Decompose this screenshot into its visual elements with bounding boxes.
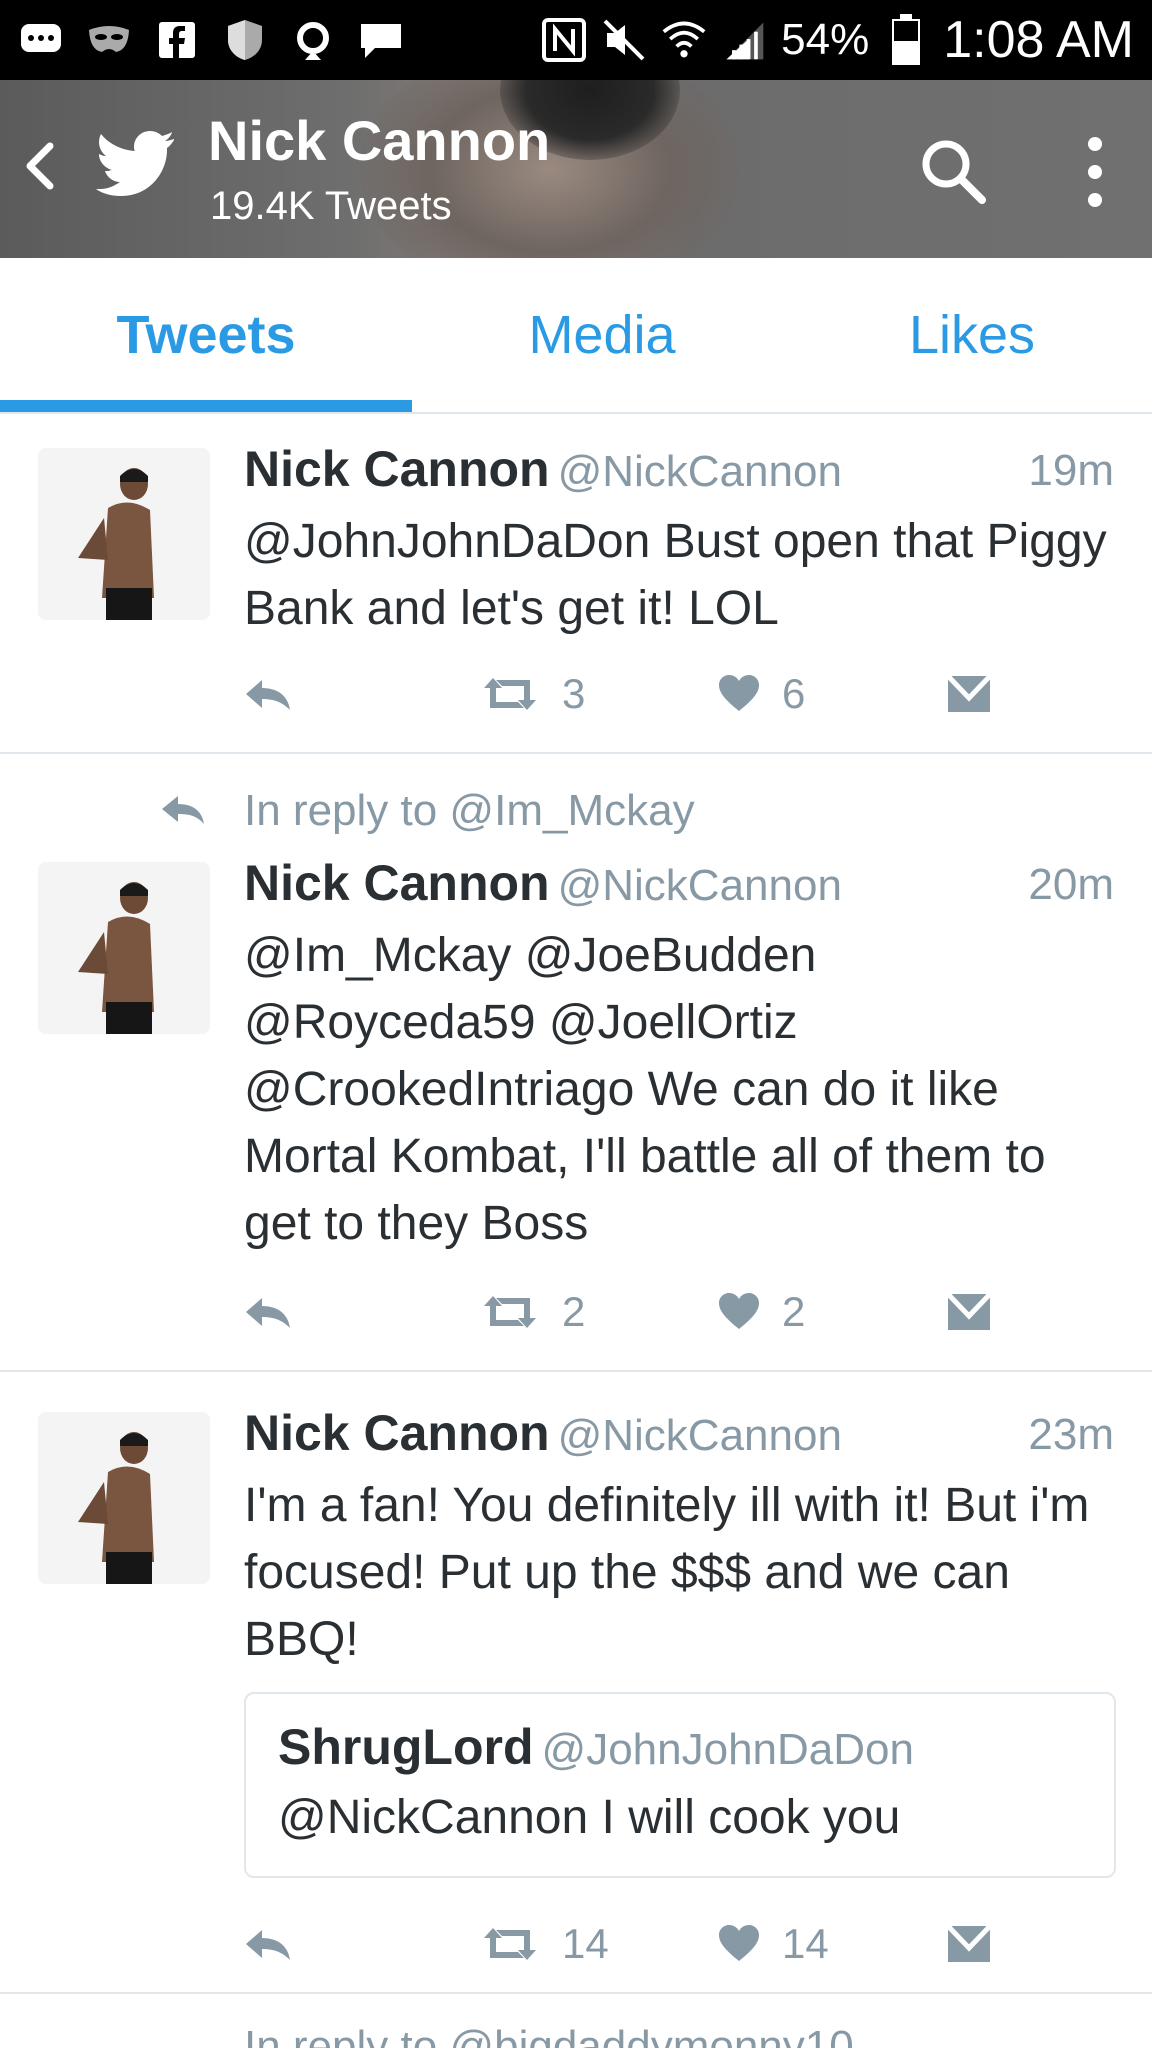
wifi-icon [661,17,707,63]
direct-message-button[interactable] [946,1282,992,1342]
heart-icon [719,675,759,711]
clock: 1:08 AM [943,11,1134,69]
tab-tweets[interactable]: Tweets [0,258,412,412]
tweet-author[interactable]: Nick Cannon @NickCannon [244,1404,842,1462]
signal-icon [721,17,767,63]
mute-icon [601,17,647,63]
tweet-handle: @NickCannon [557,861,842,910]
shield-icon [222,17,268,63]
status-bar: 54% 1:08 AM [0,0,1152,80]
like-count: 2 [782,1288,806,1335]
retweet-count: 14 [562,1920,609,1967]
retweet-button[interactable]: 3 [480,664,585,724]
tweet-2[interactable]: In reply to @Im_Mckay Nick Cannon @NickCa… [0,752,1152,1372]
avatar[interactable] [38,448,210,620]
nfc-icon [541,17,587,63]
tweet-time: 23m [1028,1410,1114,1459]
heart-icon [719,1925,759,1961]
next-tweet-partial[interactable]: In reply to @bigdaddymonny10 [0,2000,1152,2048]
like-count: 14 [782,1920,829,1967]
profile-tabs: Tweets Media Likes [0,258,1152,414]
profile-header: Nick Cannon 19.4K Tweets [0,80,1152,258]
message-icon [358,17,404,63]
retweet-count: 3 [562,670,586,717]
tweet-handle: @NickCannon [557,1411,842,1460]
like-count: 6 [782,670,806,717]
heart-icon [719,1293,759,1329]
facebook-icon [154,17,200,63]
tweet-actions: 14 14 [244,1914,1004,1974]
page-title: Nick Cannon [208,109,551,172]
overflow-menu-icon[interactable] [1080,134,1110,210]
quoted-text: @NickCannon I will cook you [278,1791,901,1844]
reply-context-icon [162,796,204,824]
tweet-text: @Im_Mckay @JoeBudden @Royceda59 @JoellOr… [244,929,1046,1250]
tweet-3[interactable]: Nick Cannon @NickCannon 23m I'm a fan! Yo… [0,1370,1152,1994]
tweet-time: 20m [1028,860,1114,909]
chat-bubble-icon [18,17,64,63]
reply-icon [246,1930,290,1960]
tweet-count: 19.4K Tweets [210,184,452,228]
reply-context[interactable]: In reply to @Im_Mckay [244,786,695,836]
search-icon[interactable] [918,136,988,206]
twitter-bird-icon[interactable] [96,130,176,200]
tab-likes[interactable]: Likes [792,258,1152,412]
reply-context: In reply to @bigdaddymonny10 [244,2022,854,2048]
tweet-1[interactable]: Nick Cannon @NickCannon 19m @JohnJohnDaDo… [0,412,1152,754]
envelope-icon [946,674,992,712]
like-button[interactable]: 2 [718,1282,805,1342]
reply-button[interactable] [244,664,292,724]
reply-icon [246,680,290,710]
avatar[interactable] [38,1412,210,1584]
battery-percent: 54% [781,15,870,64]
battery-icon [883,14,929,65]
mask-icon [86,17,132,63]
back-arrow-icon[interactable] [18,136,62,196]
retweet-icon [484,678,536,710]
tweet-text: @JohnJohnDaDon Bust open that Piggy Bank… [244,515,1107,635]
reply-icon [246,1298,290,1328]
tweet-time: 19m [1028,446,1114,495]
like-button[interactable]: 14 [718,1914,829,1974]
tweet-actions: 2 2 [244,1282,1004,1342]
reply-button[interactable] [244,1914,292,1974]
direct-message-button[interactable] [946,664,992,724]
avatar[interactable] [38,862,210,1034]
quoted-tweet[interactable]: ShrugLord @JohnJohnDaDon @NickCannon I wi… [244,1692,1116,1878]
tweet-author[interactable]: Nick Cannon @NickCannon [244,854,842,912]
retweet-icon [484,1928,536,1960]
tweet-text: I'm a fan! You definitely ill with it! B… [244,1479,1090,1666]
retweet-count: 2 [562,1288,586,1335]
quoted-handle: @JohnJohnDaDon [541,1725,914,1774]
direct-message-button[interactable] [946,1914,992,1974]
tweet-author[interactable]: Nick Cannon @NickCannon [244,440,842,498]
retweet-icon [484,1296,536,1328]
tweet-actions: 3 6 [244,664,1004,724]
quoted-author: ShrugLord @JohnJohnDaDon [278,1719,914,1775]
reply-button[interactable] [244,1282,292,1342]
tab-media[interactable]: Media [412,258,792,412]
like-button[interactable]: 6 [718,664,805,724]
envelope-icon [946,1924,992,1962]
retweet-button[interactable]: 14 [480,1914,609,1974]
location-icon [290,17,336,63]
envelope-icon [946,1292,992,1330]
tab-indicator [0,400,412,412]
tweet-handle: @NickCannon [557,447,842,496]
retweet-button[interactable]: 2 [480,1282,585,1342]
